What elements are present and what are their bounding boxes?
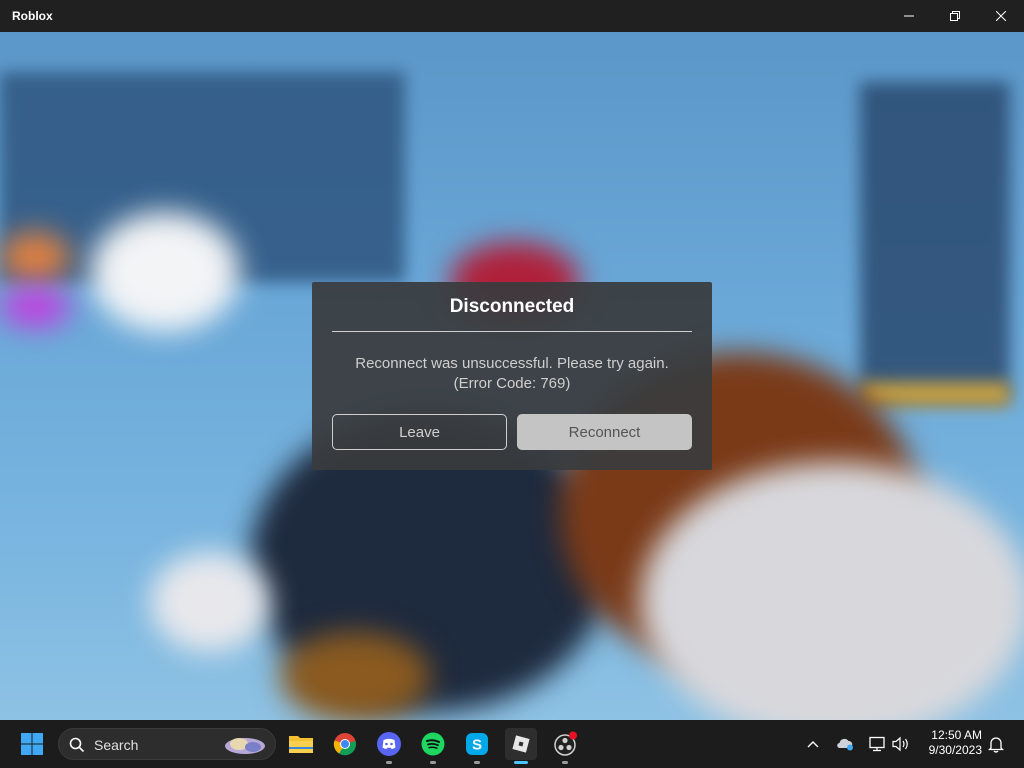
- clock-date: 9/30/2023: [928, 743, 982, 757]
- volume-icon: [892, 736, 908, 752]
- running-indicator: [474, 761, 480, 764]
- disconnected-dialog: Disconnected Reconnect was unsuccessful.…: [312, 282, 712, 470]
- taskbar-app-roblox[interactable]: [505, 728, 537, 764]
- svg-text:S: S: [472, 737, 482, 754]
- file-explorer-icon: [289, 736, 313, 753]
- restore-button[interactable]: [932, 0, 978, 32]
- error-code-text: (Error Code: 769): [453, 375, 571, 392]
- window-title: Roblox: [12, 9, 53, 23]
- chevron-up-icon: [807, 741, 819, 748]
- dialog-message: Reconnect was unsuccessful. Please try a…: [322, 354, 702, 394]
- network-icon: [869, 736, 885, 752]
- cloud-icon: [837, 738, 853, 751]
- start-button[interactable]: [16, 728, 48, 760]
- close-button[interactable]: [978, 0, 1024, 32]
- spotify-icon: [421, 732, 445, 756]
- blurred-item: [0, 287, 70, 327]
- blurred-object: [280, 632, 430, 720]
- taskbar-app-discord[interactable]: [373, 728, 405, 764]
- blurred-bar: [860, 382, 1010, 406]
- blurred-cloud: [90, 212, 240, 332]
- reconnect-button[interactable]: Reconnect: [517, 414, 692, 450]
- chrome-icon: [333, 733, 357, 756]
- skype-icon: S: [466, 733, 488, 755]
- running-indicator: [386, 761, 392, 764]
- leave-button[interactable]: Leave: [332, 414, 507, 450]
- obs-icon: [554, 731, 577, 756]
- taskbar-app-skype[interactable]: S: [461, 728, 493, 764]
- search-highlight-icon: [225, 738, 265, 754]
- dialog-title: Disconnected: [449, 296, 575, 317]
- search-icon: [69, 737, 85, 753]
- taskbar-app-file-explorer[interactable]: [285, 728, 317, 760]
- notifications-button[interactable]: [980, 728, 1012, 760]
- clock-button[interactable]: 12:50 AM 9/30/2023: [929, 728, 982, 758]
- active-indicator: [514, 761, 528, 764]
- bell-icon: [988, 737, 1004, 753]
- show-hidden-icons-button[interactable]: [797, 728, 829, 760]
- blurred-object: [150, 552, 270, 652]
- volume-tray-button[interactable]: [885, 728, 917, 760]
- minimize-button[interactable]: [886, 0, 932, 32]
- blurred-item: [0, 232, 70, 282]
- window-titlebar: Roblox: [0, 0, 1024, 32]
- taskbar-app-spotify[interactable]: [417, 728, 449, 764]
- minimize-icon: [904, 15, 914, 17]
- running-indicator: [562, 761, 568, 764]
- dialog-message-line: Reconnect was unsuccessful. Please try a…: [355, 355, 669, 372]
- roblox-icon: [512, 735, 530, 753]
- taskbar-app-chrome[interactable]: [329, 728, 361, 760]
- clock-time: 12:50 AM: [931, 728, 982, 742]
- onedrive-tray-button[interactable]: [829, 728, 861, 760]
- running-indicator: [430, 761, 436, 764]
- discord-icon: [377, 732, 401, 756]
- close-icon: [996, 11, 1006, 21]
- blurred-leaderboard: [860, 82, 1010, 402]
- start-icon: [21, 733, 43, 755]
- search-placeholder: Search: [94, 737, 139, 753]
- dialog-divider: [332, 331, 692, 332]
- restore-icon: [950, 11, 960, 21]
- taskbar-app-obs[interactable]: [549, 728, 581, 764]
- taskbar-search[interactable]: Search: [58, 728, 276, 760]
- taskbar: Search S 12:50 AM 9/30/2023: [0, 720, 1024, 768]
